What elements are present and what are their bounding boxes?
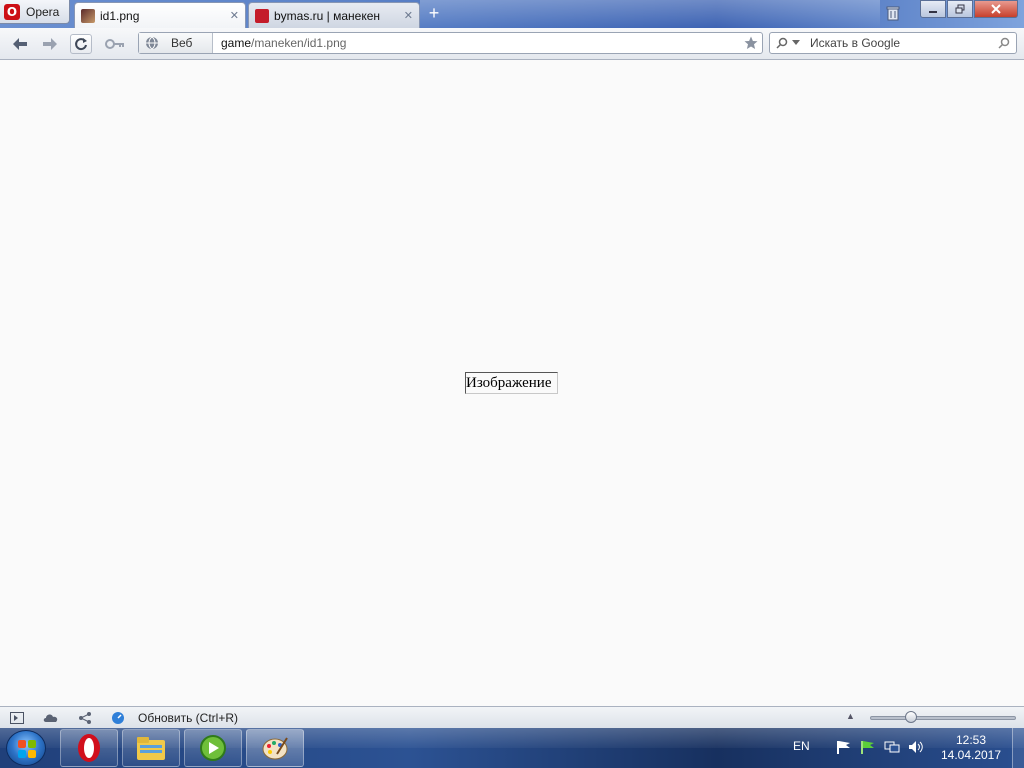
media-player-icon xyxy=(200,735,226,761)
clock-time: 12:53 xyxy=(955,733,987,747)
url-text[interactable]: game/maneken/id1.png xyxy=(213,36,740,50)
opera-logo-icon xyxy=(78,734,100,762)
new-tab-button[interactable]: + xyxy=(424,3,444,25)
forward-arrow-icon xyxy=(43,38,57,50)
page-viewport: Изображение xyxy=(0,61,1024,706)
tab-id1-png[interactable]: id1.png ✕ xyxy=(74,2,246,28)
status-bar: Обновить (Ctrl+R) ▲ xyxy=(0,706,1024,728)
zoom-slider-track[interactable] xyxy=(870,716,1016,720)
back-button[interactable] xyxy=(9,34,31,54)
network-flag-icon[interactable] xyxy=(860,740,876,754)
security-badge[interactable]: Веб xyxy=(139,33,213,53)
image-favicon-icon xyxy=(81,8,95,23)
system-tray: EN 12:53 14.04.2017 xyxy=(793,728,1024,768)
tray-icons xyxy=(836,740,924,754)
language-indicator[interactable]: EN xyxy=(793,739,810,753)
panel-toggle-button[interactable] xyxy=(9,711,25,725)
clock-date: 14.04.2017 xyxy=(940,748,1002,762)
zoom-caret-icon[interactable]: ▲ xyxy=(846,711,855,721)
tab-title: bymas.ru | манекен xyxy=(274,8,381,23)
key-button[interactable] xyxy=(104,34,126,54)
opera-link-button[interactable] xyxy=(43,711,59,725)
bookmark-star-icon xyxy=(744,36,758,49)
search-icon[interactable] xyxy=(998,37,1010,49)
taskbar-explorer-button[interactable] xyxy=(122,729,180,767)
volume-icon[interactable] xyxy=(908,740,924,754)
tab-title: id1.png xyxy=(100,8,140,23)
navigation-toolbar: Веб game/maneken/id1.png Искать в Google xyxy=(0,28,1024,60)
opera-menu-label: Opera xyxy=(26,4,60,19)
speedometer-icon xyxy=(112,712,124,724)
zoom-slider-handle[interactable] xyxy=(905,711,917,723)
tab-close-icon[interactable]: ✕ xyxy=(404,9,413,22)
taskbar-paint-button[interactable] xyxy=(246,729,304,767)
restore-button[interactable] xyxy=(947,0,973,18)
globe-icon xyxy=(146,36,158,50)
start-button[interactable] xyxy=(6,730,46,766)
taskbar-clock[interactable]: 12:53 14.04.2017 xyxy=(936,733,1006,763)
opera-menu-button[interactable]: O Opera xyxy=(0,0,70,24)
action-center-flag-icon[interactable] xyxy=(836,740,852,754)
network-icon[interactable] xyxy=(884,740,900,754)
search-placeholder: Искать в Google xyxy=(810,36,901,50)
show-desktop-button[interactable] xyxy=(1012,728,1024,768)
forward-button[interactable] xyxy=(39,34,61,54)
close-icon xyxy=(991,4,1001,14)
taskbar-opera-button[interactable] xyxy=(60,729,118,767)
reload-button[interactable] xyxy=(70,34,92,54)
window-controls xyxy=(920,0,1018,18)
windows-taskbar: EN 12:53 14.04.2017 xyxy=(0,728,1024,768)
tab-bar: O Opera id1.png ✕ bymas.ru | манекен ✕ + xyxy=(0,0,1024,28)
tab-bymas[interactable]: bymas.ru | манекен ✕ xyxy=(248,2,420,28)
trash-icon[interactable] xyxy=(886,5,900,21)
folder-icon xyxy=(137,737,165,760)
windows-logo-icon xyxy=(18,740,36,758)
address-bar[interactable]: Веб game/maneken/id1.png xyxy=(138,32,763,54)
url-path: /maneken/id1.png xyxy=(251,36,347,50)
security-label: Веб xyxy=(171,36,193,50)
restore-icon xyxy=(955,4,965,14)
turbo-button[interactable] xyxy=(110,711,126,725)
reload-icon xyxy=(75,38,87,51)
title-bar-background xyxy=(420,0,880,28)
minimize-button[interactable] xyxy=(920,0,946,18)
search-engine-icon[interactable] xyxy=(776,37,788,49)
taskbar-media-button[interactable] xyxy=(184,729,242,767)
close-window-button[interactable] xyxy=(974,0,1018,18)
cloud-icon xyxy=(43,714,58,722)
status-message: Обновить (Ctrl+R) xyxy=(138,711,238,725)
search-field[interactable]: Искать в Google xyxy=(769,32,1017,54)
opera-logo-icon: O xyxy=(4,3,20,20)
chevron-down-icon[interactable] xyxy=(792,40,800,46)
panel-icon xyxy=(10,712,24,724)
opera-unite-button[interactable] xyxy=(77,711,93,725)
tab-close-icon[interactable]: ✕ xyxy=(230,9,239,22)
share-network-icon xyxy=(79,712,91,724)
broken-image-placeholder: Изображение xyxy=(465,372,558,394)
bookmark-star-button[interactable] xyxy=(740,36,762,50)
key-icon xyxy=(105,39,124,49)
bymas-favicon-icon xyxy=(255,8,269,23)
url-host: game xyxy=(221,36,252,50)
back-arrow-icon xyxy=(13,38,27,50)
minimize-icon xyxy=(929,11,937,13)
paint-palette-icon xyxy=(262,737,288,760)
